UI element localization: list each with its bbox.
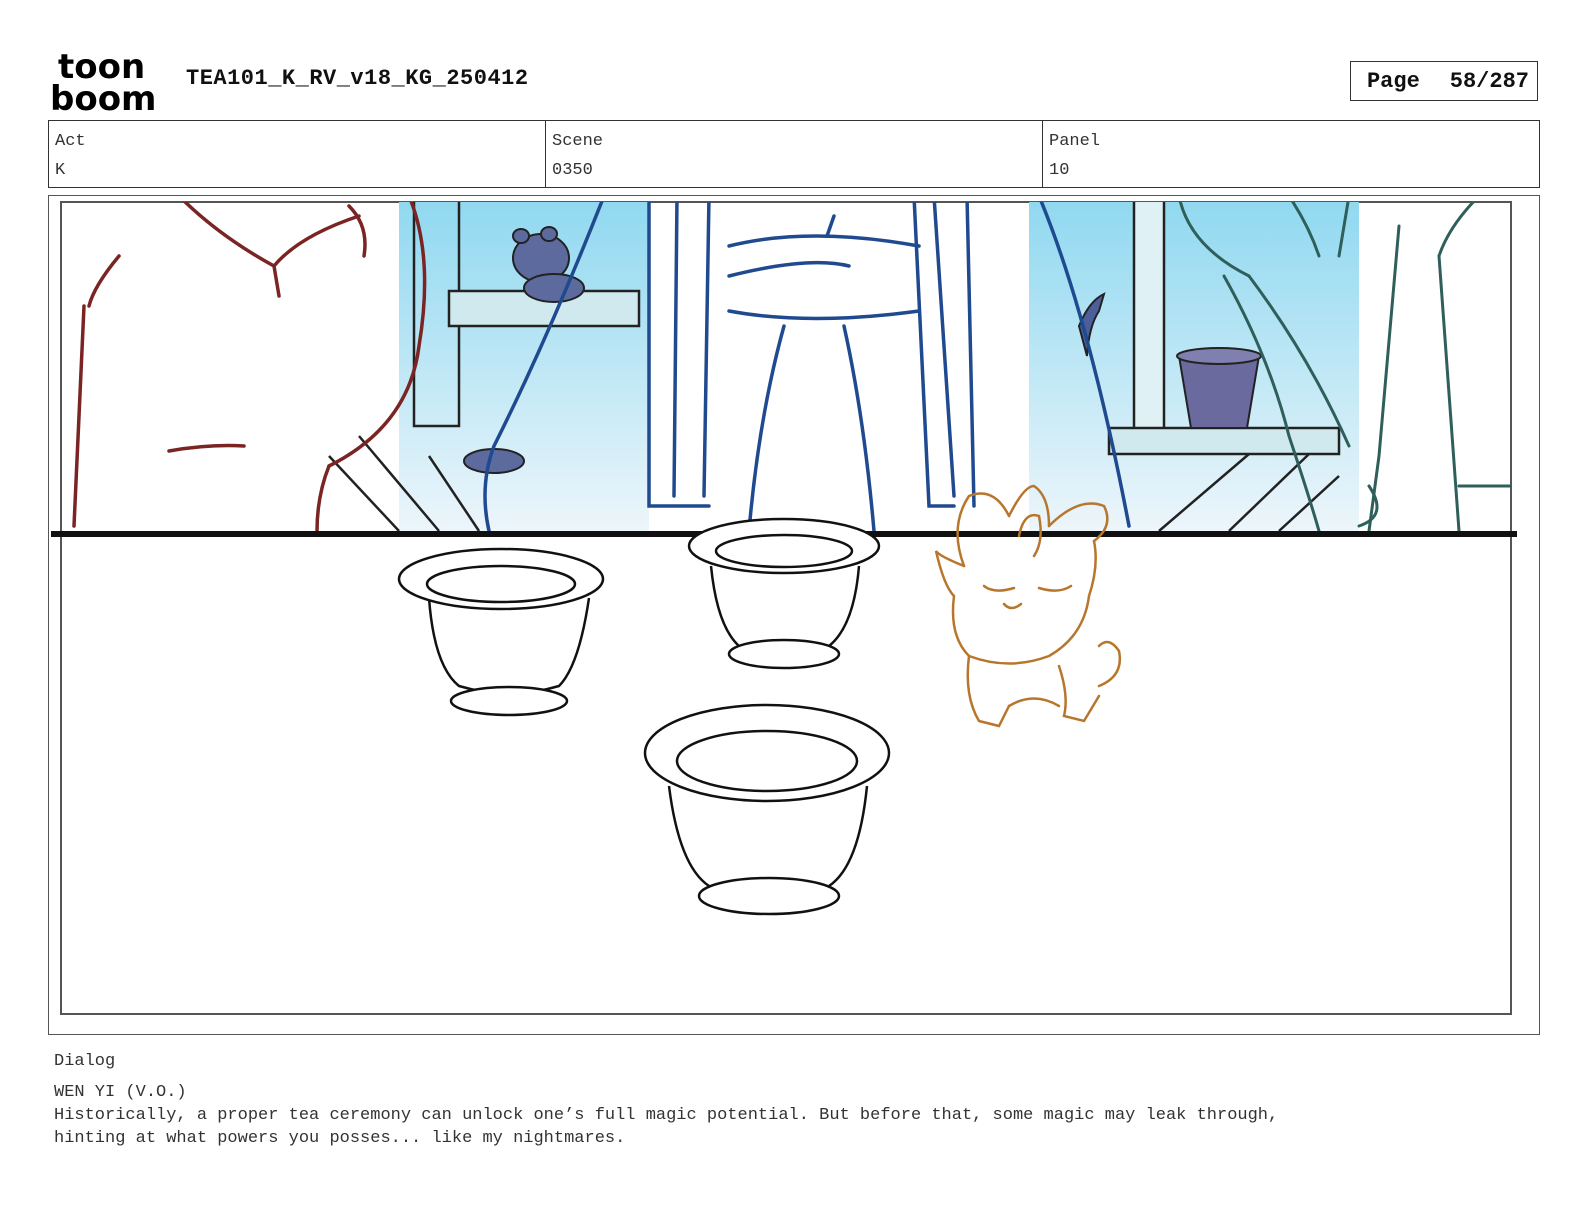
dialog-speaker: WEN YI (V.O.)	[54, 1083, 187, 1102]
panel-value: 10	[1049, 161, 1070, 180]
metadata-table: Act K Scene 0350 Panel 10	[48, 120, 1540, 188]
scene-label: Scene	[552, 132, 604, 151]
document-title: TEA101_K_RV_v18_KG_250412	[186, 66, 529, 91]
logo-bottom-text: boom	[50, 79, 156, 114]
panel-cell: Panel 10	[1043, 121, 1539, 187]
act-cell: Act K	[49, 121, 546, 187]
teacup-left	[397, 547, 605, 717]
storyboard-drawing	[51, 201, 1517, 1015]
purple-cup	[1177, 355, 1261, 429]
toonboom-logo: toon boom	[50, 48, 156, 114]
teacup-middle	[687, 517, 881, 670]
teacups	[397, 517, 891, 916]
scene-value: 0350	[552, 161, 593, 180]
page-indicator: Page 58/287	[1350, 61, 1538, 101]
teacup-front	[643, 703, 891, 916]
scene-cell: Scene 0350	[546, 121, 1043, 187]
page-label: Page	[1366, 68, 1420, 94]
act-label: Act	[55, 132, 86, 151]
left-character	[72, 202, 427, 533]
panel-label: Panel	[1049, 132, 1101, 151]
storyboard-panel-frame	[48, 195, 1540, 1035]
page-number: 58/287	[1449, 68, 1529, 94]
background-scene	[72, 202, 1511, 534]
dialog-text: Historically, a proper tea ceremony can …	[54, 1106, 1279, 1148]
dialog-section: Dialog WEN YI (V.O.) Historically, a pro…	[54, 1050, 1544, 1150]
act-value: K	[55, 161, 66, 180]
dialog-label: Dialog	[54, 1052, 116, 1071]
